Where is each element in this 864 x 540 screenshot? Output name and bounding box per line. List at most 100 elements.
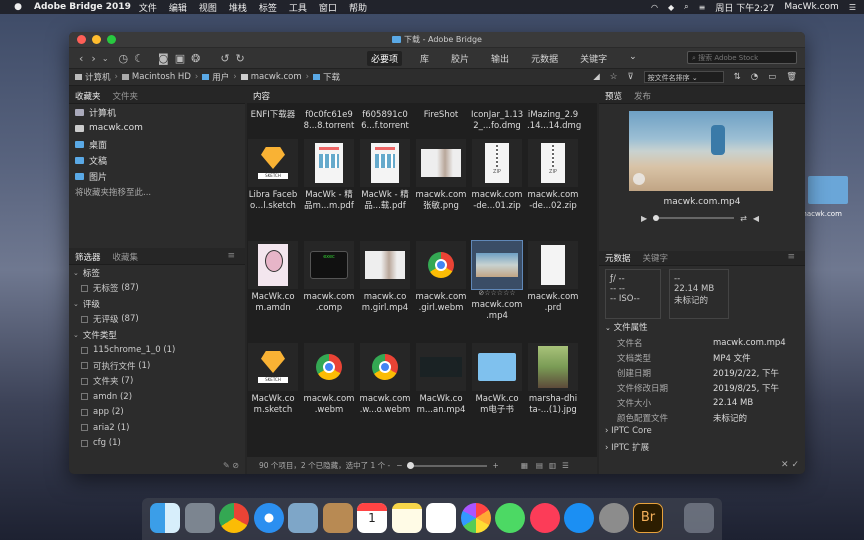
filter-item[interactable]: 文件夹 (7) <box>69 374 245 390</box>
dock-launchpad-icon[interactable] <box>184 503 215 533</box>
workspace-libraries[interactable]: 库 <box>416 51 433 66</box>
tab-favorites[interactable]: 收藏夹 <box>69 90 107 102</box>
checkbox[interactable] <box>81 315 88 323</box>
dock-trash-icon[interactable] <box>683 503 714 533</box>
quality-icon[interactable]: ◢ <box>593 72 600 82</box>
menu-stack[interactable]: 堆栈 <box>229 1 247 14</box>
filter-icon[interactable]: ⊽ <box>627 72 633 82</box>
thumbnail-item[interactable]: MacWk - 精品m...m.pdf <box>303 139 355 212</box>
checkbox[interactable] <box>81 424 88 432</box>
volume-icon[interactable]: ◀ <box>753 214 759 223</box>
clock[interactable]: 周日 下午2:27 <box>715 1 774 14</box>
boomerang-icon[interactable]: ☾ <box>134 52 144 65</box>
thumbnail-item[interactable]: MacWk.co m电子书 <box>471 343 523 416</box>
favorite-desktop[interactable]: 桌面 <box>69 136 245 152</box>
thumbnail-item[interactable]: macwk.com .w...o.webm <box>359 343 411 416</box>
thumbnail-item[interactable]: SKETCH MacWk.co m.sketch <box>247 343 299 416</box>
menu-help[interactable]: 帮助 <box>349 1 367 14</box>
thumbnail-item[interactable]: MacWk - 精品...载.pdf <box>359 139 411 212</box>
checkbox[interactable] <box>81 439 88 447</box>
menu-tools[interactable]: 工具 <box>289 1 307 14</box>
breadcrumb-home[interactable]: macwk.com › <box>240 72 313 82</box>
favorite-pictures[interactable]: 图片 <box>69 168 245 184</box>
thumbnail-item[interactable]: f605891c0 6...f.torrent <box>359 107 411 132</box>
open-in-camera-raw-icon[interactable]: ❂ <box>191 52 200 65</box>
filter-item[interactable]: 可执行文件 (1) <box>69 358 245 374</box>
forward-icon[interactable]: › <box>91 52 95 65</box>
camera-import-icon[interactable]: ◙ <box>158 52 169 65</box>
control-icon[interactable]: ≡ <box>699 3 706 12</box>
menu-label[interactable]: 标签 <box>259 1 277 14</box>
section-iptc-core[interactable]: › IPTC Core <box>605 426 652 436</box>
thumbnail-item[interactable]: macwk.co m.girl.mp4 <box>359 241 411 314</box>
workspace-metadata[interactable]: 元数据 <box>527 51 562 66</box>
filter-category[interactable]: ⌄ 标签 <box>69 265 245 281</box>
thumbnail-slider[interactable] <box>406 461 487 469</box>
refine-icon[interactable]: ▣ <box>175 52 185 65</box>
dock-chrome-icon[interactable] <box>219 503 249 533</box>
dock-calendar-icon[interactable]: 1 <box>357 503 387 533</box>
rating-stars[interactable]: ⊘☆☆☆☆☆ <box>471 289 523 297</box>
workspace-output[interactable]: 输出 <box>487 51 513 66</box>
dock-notes-icon[interactable] <box>391 503 422 533</box>
section-iptc-extension[interactable]: › IPTC 扩展 <box>605 441 649 453</box>
dock-messages-icon[interactable] <box>495 503 525 533</box>
preview-image[interactable] <box>629 111 773 191</box>
new-folder-icon[interactable]: ▭ <box>768 72 776 82</box>
tab-preview[interactable]: 预览 <box>599 90 628 102</box>
filter-item[interactable]: 115chrome_1_0 (1) <box>69 343 245 359</box>
workspace-more-icon[interactable]: ⌄ <box>625 51 641 66</box>
tab-content[interactable]: 内容 <box>247 90 276 102</box>
thumbnail-item[interactable]: iMazing_2.9.14...14.dmg <box>527 107 581 132</box>
search-input[interactable]: ⌕ 搜索 Adobe Stock <box>687 51 797 64</box>
star-filter-icon[interactable]: ☆ <box>610 72 618 82</box>
thumbnail-item[interactable]: MacWk.co m...an.mp4 <box>415 343 467 416</box>
checkbox[interactable] <box>81 346 88 354</box>
delete-icon[interactable]: 🗑 <box>786 72 797 82</box>
filter-category[interactable]: ⌄ 评级 <box>69 296 245 312</box>
section-file-properties[interactable]: ⌄ 文件属性 <box>605 321 648 333</box>
zoom-out-icon[interactable]: − <box>396 461 402 470</box>
favorite-home[interactable]: macwk.com <box>69 120 245 136</box>
back-icon[interactable]: ‹ <box>79 52 83 65</box>
zoom-in-icon[interactable]: + <box>493 461 499 470</box>
checkbox[interactable] <box>81 393 88 401</box>
breadcrumb-computer[interactable]: 计算机 › <box>75 71 122 83</box>
filter-item[interactable]: amdn (2) <box>69 389 245 405</box>
chevron-down-icon[interactable]: ⌄ <box>102 54 109 63</box>
thumbnail-item[interactable]: ENFI下载器 <box>247 107 299 121</box>
search-spotlight-icon[interactable]: ⌕ <box>684 2 688 12</box>
favorite-computer[interactable]: 计算机 <box>69 104 245 120</box>
notification-icon[interactable]: ☰ <box>849 3 856 12</box>
dock-preferences-icon[interactable] <box>598 503 629 533</box>
dock-photos-icon[interactable] <box>460 503 491 533</box>
tab-filter[interactable]: 筛选器 <box>69 251 107 263</box>
filter-item[interactable]: app (2) <box>69 405 245 421</box>
thumbnail-view-icon[interactable]: ▤ <box>536 461 543 470</box>
breadcrumb-downloads[interactable]: 下载 <box>313 71 340 83</box>
sort-select[interactable]: 按文件名排序 ⌄ <box>643 71 724 83</box>
filter-item[interactable]: 无评级 (87) <box>69 312 245 328</box>
thumbnail-item[interactable]: macwk.com .webm <box>303 343 355 416</box>
tab-publish[interactable]: 发布 <box>628 90 657 102</box>
favorite-documents[interactable]: 文稿 <box>69 152 245 168</box>
panel-menu-icon[interactable]: ≡ <box>781 252 801 262</box>
breadcrumb-users[interactable]: 用户 › <box>202 71 240 83</box>
thumbnail-item[interactable]: macwk.com .girl.webm <box>415 241 467 314</box>
filter-item[interactable]: aria2 (1) <box>69 420 245 436</box>
rotate-right-icon[interactable]: ↻ <box>236 52 245 65</box>
menu-edit[interactable]: 编辑 <box>169 1 187 14</box>
checkbox[interactable] <box>81 377 88 385</box>
thumbnail-item[interactable]: ⊘☆☆☆☆☆ macwk.com .mp4 <box>471 240 523 322</box>
loop-icon[interactable]: ⇄ <box>740 214 747 223</box>
tab-metadata[interactable]: 元数据 <box>599 252 637 264</box>
playback-scrubber[interactable] <box>653 215 735 221</box>
status-app-icon[interactable]: ◆ <box>668 3 674 12</box>
dock-notes-book-icon[interactable] <box>322 503 353 533</box>
filter-pin-icon[interactable]: ✎ ⊘ <box>223 461 239 470</box>
checkbox[interactable] <box>81 362 88 370</box>
menu-view[interactable]: 视图 <box>199 1 217 14</box>
dock-bridge-icon[interactable]: Br <box>633 503 663 533</box>
play-icon[interactable]: ▶ <box>641 214 647 223</box>
open-recent-icon[interactable]: ◔ <box>751 72 758 82</box>
